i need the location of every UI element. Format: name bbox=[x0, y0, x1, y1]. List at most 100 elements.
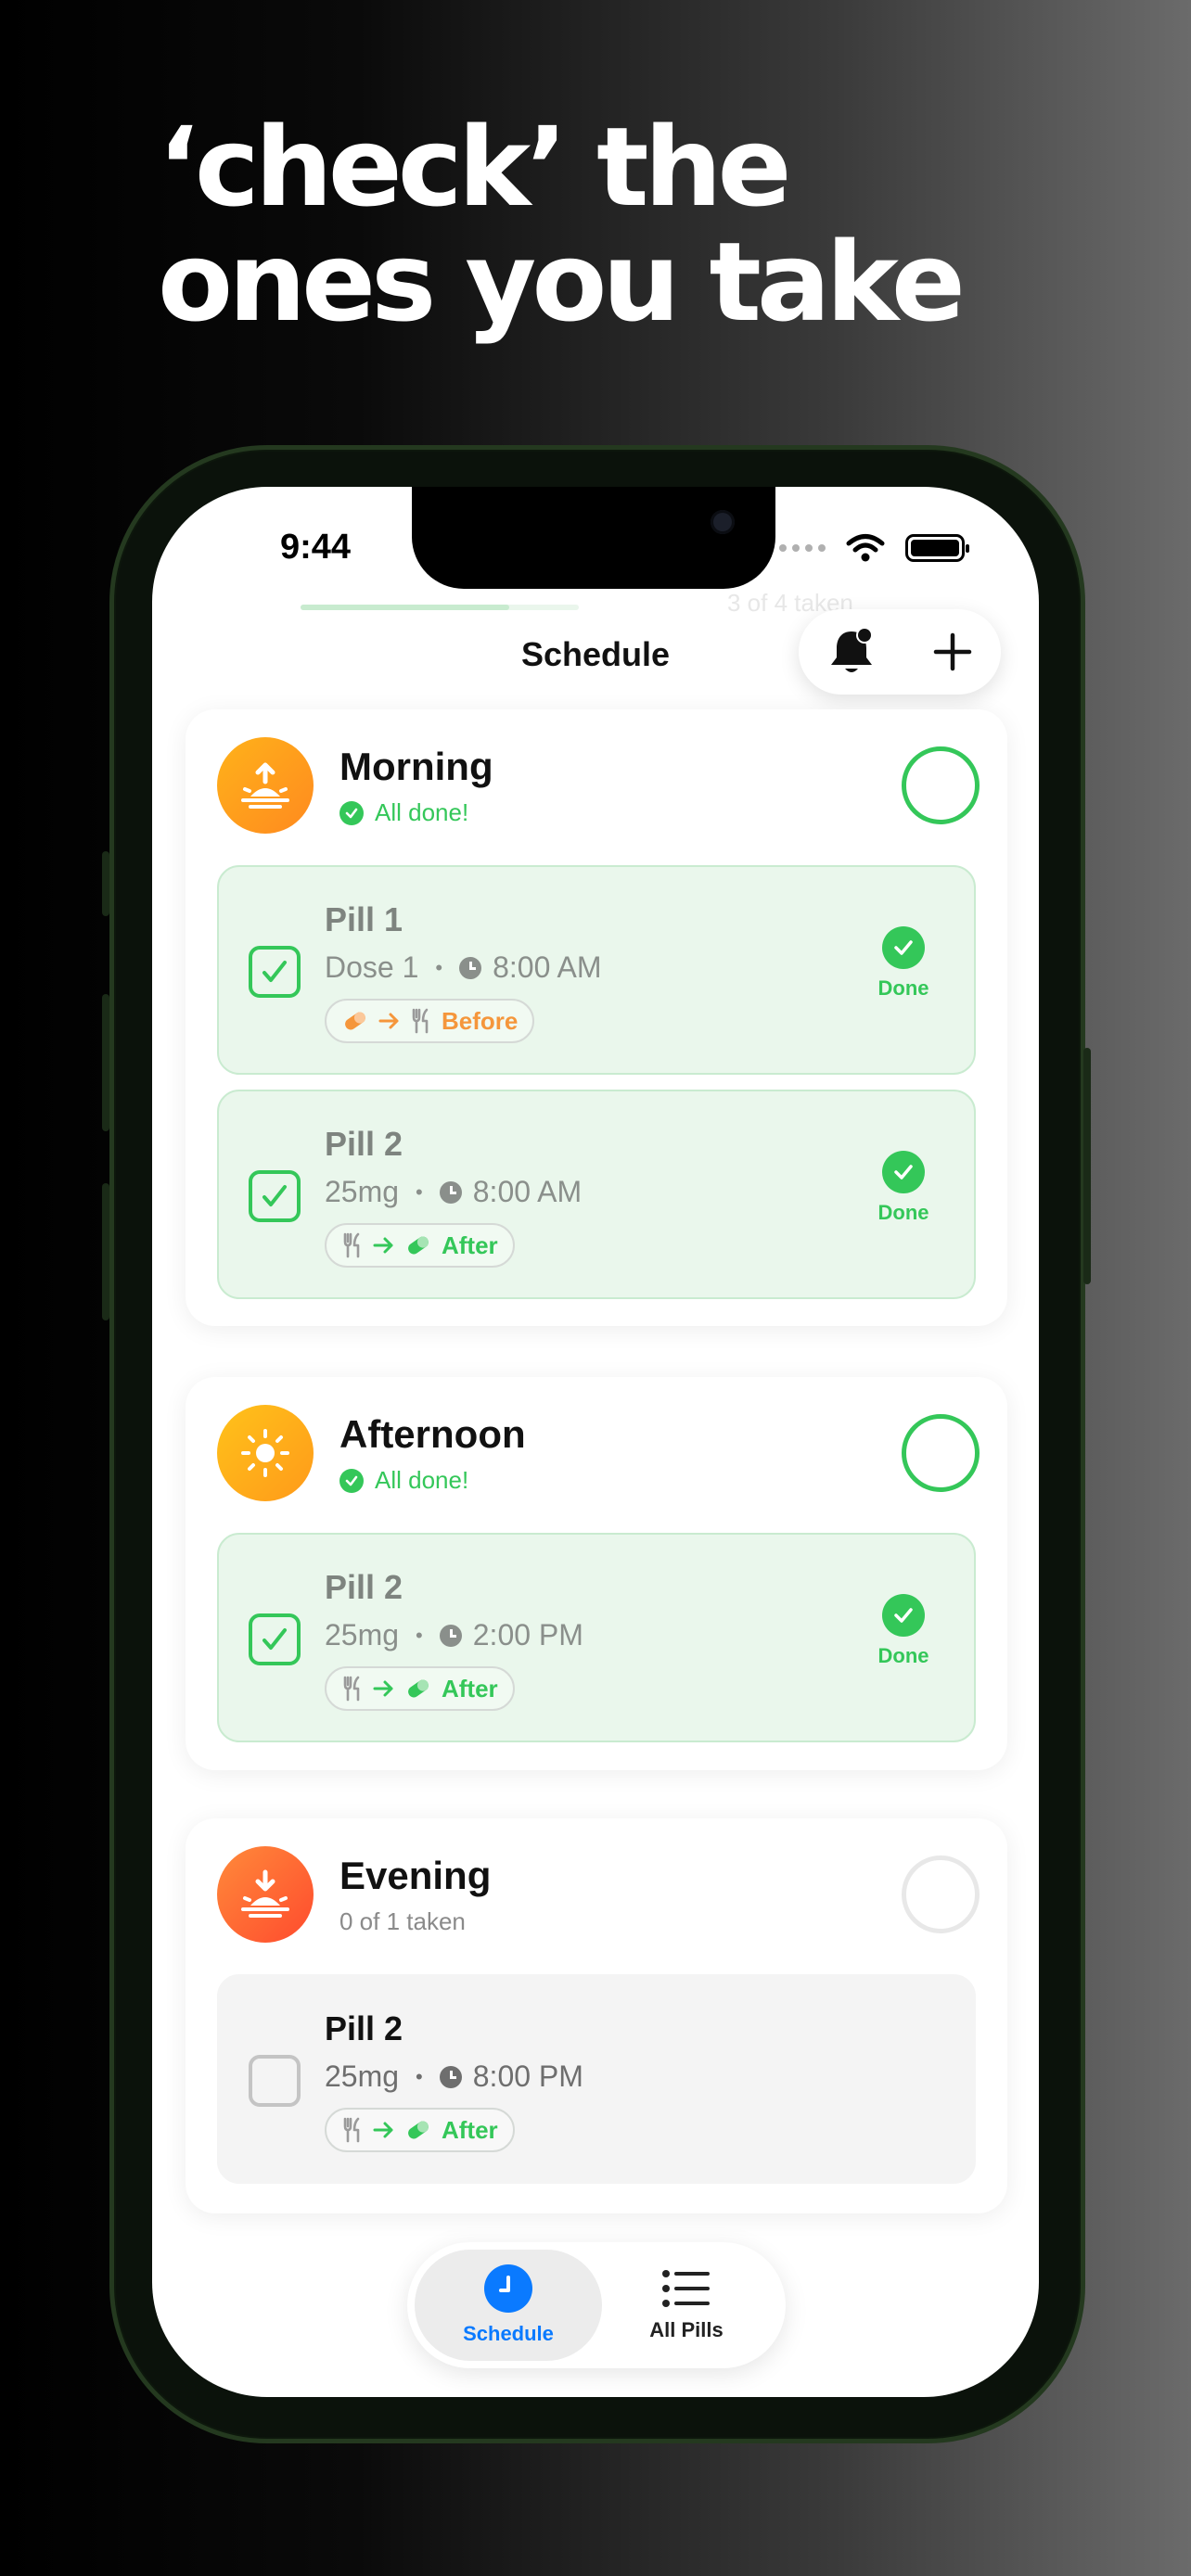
timing-label: After bbox=[442, 1231, 498, 1259]
phone-screen: 9:44 3 of 4 taken Schedule Morning All d… bbox=[152, 487, 1039, 2397]
separator-dot: • bbox=[416, 1180, 423, 1204]
group-complete-ring[interactable] bbox=[902, 1414, 980, 1492]
checkmark-icon bbox=[263, 961, 287, 982]
arrow-right-icon bbox=[373, 1680, 393, 1697]
camera-icon bbox=[711, 510, 735, 534]
timing-tag: After bbox=[325, 2108, 515, 2152]
pill-row[interactable]: Pill 2 25mg • 8:00 AM After Done bbox=[217, 1090, 976, 1299]
headline-line-2: ones you take bbox=[158, 218, 966, 346]
group-status-text: 0 of 1 taken bbox=[339, 1907, 466, 1935]
pill-checkbox[interactable] bbox=[249, 1613, 301, 1665]
fork-knife-icon bbox=[343, 1676, 360, 1702]
tab-all-pills[interactable]: All Pills bbox=[593, 2250, 780, 2361]
sunset-icon bbox=[217, 1846, 314, 1943]
sun-icon bbox=[217, 1405, 314, 1501]
headline-line-1: ‘check’ the bbox=[158, 103, 792, 231]
timing-label: After bbox=[442, 2115, 498, 2144]
tab-label: All Pills bbox=[649, 2318, 724, 2341]
pill-time: 8:00 AM bbox=[472, 1175, 583, 1208]
group-status: All done! bbox=[339, 798, 468, 827]
separator-dot: • bbox=[416, 2064, 423, 2088]
pill-name: Pill 2 bbox=[325, 1125, 403, 1163]
pill-capsule-icon bbox=[408, 2121, 429, 2139]
checkmark-circle-icon bbox=[339, 1468, 364, 1493]
fork-knife-icon bbox=[343, 1232, 360, 1258]
plus-icon[interactable] bbox=[932, 631, 973, 672]
status-time: 9:44 bbox=[280, 528, 352, 567]
volume-down-button bbox=[102, 1183, 109, 1320]
clock-icon bbox=[439, 1180, 462, 1204]
checkmark-icon bbox=[263, 1628, 287, 1650]
bell-badge-icon[interactable] bbox=[827, 626, 876, 678]
battery-icon bbox=[905, 534, 969, 562]
notch bbox=[412, 487, 775, 589]
checkmark-circle-icon bbox=[882, 926, 925, 969]
status-icons bbox=[779, 533, 969, 563]
arrow-right-icon bbox=[373, 1237, 393, 1254]
group-complete-ring[interactable] bbox=[902, 1855, 980, 1933]
clock-icon bbox=[459, 956, 482, 979]
pill-meta: 25mg • 8:00 PM bbox=[325, 2060, 583, 2094]
pill-capsule-icon bbox=[345, 1012, 365, 1030]
list-icon bbox=[662, 2270, 710, 2307]
timing-label: After bbox=[442, 1674, 498, 1702]
group-status: 0 of 1 taken bbox=[339, 1907, 466, 1936]
clock-icon bbox=[484, 2264, 532, 2313]
progress-bar bbox=[301, 605, 579, 610]
group-title: Evening bbox=[339, 1854, 492, 1897]
group-afternoon: Afternoon All done! Pill 2 25mg • 2:00 P… bbox=[186, 1377, 1007, 1770]
group-status-text: All done! bbox=[375, 1466, 469, 1494]
timing-label: Before bbox=[442, 1006, 519, 1035]
group-complete-ring[interactable] bbox=[902, 746, 980, 824]
sunrise-icon bbox=[217, 737, 314, 834]
done-label: Done bbox=[877, 1201, 929, 1224]
pill-checkbox[interactable] bbox=[249, 1170, 301, 1222]
arrow-right-icon bbox=[378, 1013, 399, 1029]
done-indicator: Done bbox=[866, 1594, 941, 1668]
timing-tag: Before bbox=[325, 999, 535, 1043]
checkmark-circle-icon bbox=[339, 800, 364, 825]
fork-knife-icon bbox=[343, 2117, 360, 2143]
done-label: Done bbox=[877, 1644, 929, 1667]
done-indicator: Done bbox=[866, 926, 941, 1001]
signal-dots-icon bbox=[779, 544, 826, 552]
pill-dose: 25mg bbox=[325, 2060, 400, 2093]
pill-meta: 25mg • 2:00 PM bbox=[325, 1618, 583, 1652]
pill-dose: 25mg bbox=[325, 1618, 400, 1651]
timing-tag: After bbox=[325, 1666, 515, 1711]
pill-capsule-icon bbox=[408, 1236, 429, 1255]
mute-switch bbox=[102, 851, 109, 916]
pill-dose: 25mg bbox=[325, 1175, 400, 1208]
group-title: Afternoon bbox=[339, 1412, 526, 1456]
checkmark-icon bbox=[263, 1185, 287, 1206]
volume-up-button bbox=[102, 994, 109, 1131]
power-button bbox=[1083, 1048, 1091, 1284]
pill-checkbox[interactable] bbox=[249, 946, 301, 998]
pill-checkbox[interactable] bbox=[249, 2055, 301, 2107]
clock-icon bbox=[439, 2065, 462, 2088]
pill-row[interactable]: Pill 2 25mg • 2:00 PM After Done bbox=[217, 1533, 976, 1742]
separator-dot: • bbox=[416, 1623, 423, 1647]
pill-name: Pill 1 bbox=[325, 900, 403, 938]
done-indicator: Done bbox=[866, 1151, 941, 1225]
done-label: Done bbox=[877, 976, 929, 1000]
clock-icon bbox=[439, 1624, 462, 1647]
pill-meta: Dose 1 • 8:00 AM bbox=[325, 950, 602, 985]
pill-time: 2:00 PM bbox=[472, 1618, 583, 1651]
group-evening: Evening 0 of 1 taken Pill 2 25mg • 8:00 … bbox=[186, 1818, 1007, 2213]
checkmark-circle-icon bbox=[882, 1151, 925, 1193]
pill-time: 8:00 PM bbox=[472, 2060, 583, 2093]
nav-actions bbox=[799, 609, 1001, 695]
pill-row[interactable]: Pill 2 25mg • 8:00 PM After bbox=[217, 1974, 976, 2184]
wifi-icon bbox=[846, 534, 885, 562]
fork-knife-icon bbox=[412, 1008, 429, 1034]
pill-name: Pill 2 bbox=[325, 1568, 403, 1606]
progress-fill bbox=[301, 605, 509, 610]
pill-row[interactable]: Pill 1 Dose 1 • 8:00 AM Before Done bbox=[217, 865, 976, 1075]
tab-schedule[interactable]: Schedule bbox=[415, 2250, 602, 2361]
arrow-right-icon bbox=[373, 2122, 393, 2138]
group-status-text: All done! bbox=[375, 798, 469, 826]
group-title: Morning bbox=[339, 745, 493, 788]
checkmark-circle-icon bbox=[882, 1594, 925, 1637]
pill-dose: Dose 1 bbox=[325, 950, 419, 984]
